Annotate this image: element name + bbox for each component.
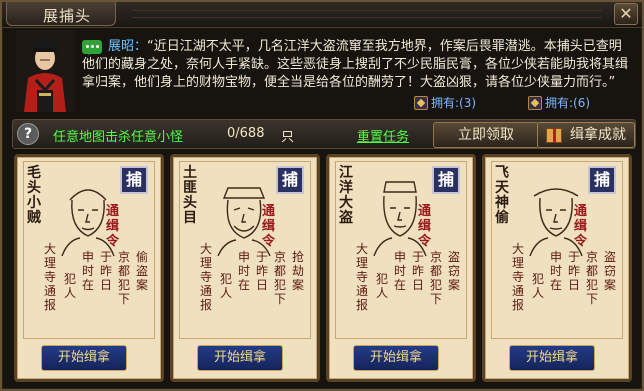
- reset-task-link[interactable]: 重置任务: [357, 126, 409, 145]
- token-icon: [528, 96, 542, 110]
- start-capture-button[interactable]: 开始缉拿: [509, 345, 595, 371]
- wanted-card: 土匪头目 捕 通缉令 抢劫案 京都犯下 于昨日 申时在 犯人 大理寺通报 开始缉…: [170, 154, 320, 382]
- case-text: 偷盗案: [136, 250, 149, 292]
- title-decoration: [132, 10, 602, 18]
- case-text: 犯人: [532, 272, 545, 300]
- case-text: 于昨日: [100, 250, 113, 292]
- case-text: 申时在: [82, 250, 95, 292]
- case-text: 京都犯下: [586, 250, 599, 306]
- case-text: 于昨日: [568, 250, 581, 292]
- case-text: 大理寺通报: [200, 242, 213, 312]
- case-text: 申时在: [394, 250, 407, 292]
- bandit-name: 毛头小贼: [27, 165, 41, 226]
- case-text: 于昨日: [412, 250, 425, 292]
- case-text: 京都犯下: [274, 250, 287, 306]
- case-text: 京都犯下: [430, 250, 443, 306]
- case-text: 犯人: [376, 272, 389, 300]
- bounty-window: 展捕头 ✕ 展昭：“近日江湖不太平，几名江洋大盗流窜至我方地界，作案后畏罪潜逃。…: [0, 0, 644, 391]
- constable-portrait: [16, 30, 74, 112]
- case-text: 京都犯下: [118, 250, 131, 306]
- task-progress: 0/688: [227, 126, 265, 141]
- window-title: 展捕头: [43, 7, 92, 25]
- task-description: 任意地图击杀任意小怪: [53, 130, 184, 145]
- wanted-card: 毛头小贼 捕 通缉令 偷盗案 京都犯下 于昨日 申时在 犯人 大理寺通报 开始缉…: [14, 154, 164, 382]
- case-text: 抢劫案: [292, 250, 305, 292]
- help-icon[interactable]: ?: [17, 123, 39, 145]
- speaker-name: 展昭：: [108, 39, 148, 54]
- case-text: 申时在: [550, 250, 563, 292]
- wanted-label: 通缉令: [262, 204, 276, 249]
- case-text: 犯人: [64, 272, 77, 300]
- start-capture-button[interactable]: 开始缉拿: [41, 345, 127, 371]
- wanted-label: 通缉令: [418, 204, 432, 249]
- gift-icon: [546, 128, 562, 143]
- dialog-text: “近日江湖不太平，几名江洋大盗流窜至我方地界，作案后畏罪潜逃。本捕头已查明他们的…: [82, 39, 629, 90]
- task-unit: 只: [281, 130, 295, 145]
- case-text: 大理寺通报: [512, 242, 525, 312]
- case-text: 大理寺通报: [44, 242, 57, 312]
- wanted-cards: 毛头小贼 捕 通缉令 偷盗案 京都犯下 于昨日 申时在 犯人 大理寺通报 开始缉…: [12, 154, 636, 384]
- achievement-button[interactable]: 缉拿成就: [537, 122, 635, 148]
- title-tab: 展捕头: [6, 2, 116, 26]
- wanted-label: 通缉令: [106, 204, 120, 249]
- case-text: 于昨日: [256, 250, 269, 292]
- wanted-label: 通缉令: [574, 204, 588, 249]
- owned-count-1: 拥有:(3): [414, 94, 476, 111]
- case-text: 申时在: [238, 250, 251, 292]
- case-text: 盗窃案: [604, 250, 617, 292]
- case-text: 犯人: [220, 272, 233, 300]
- wanted-card: 飞天神偷 捕 通缉令 盗窃案 京都犯下 于昨日 申时在 犯人 大理寺通报 开始缉…: [482, 154, 632, 382]
- bandit-name: 江洋大盗: [339, 165, 353, 226]
- token-icon: [414, 96, 428, 110]
- case-text: 盗窃案: [448, 250, 461, 292]
- wanted-card: 江洋大盗 捕 通缉令 盗窃案 京都犯下 于昨日 申时在 犯人 大理寺通报 开始缉…: [326, 154, 476, 382]
- bandit-name: 土匪头目: [183, 165, 197, 226]
- start-capture-button[interactable]: 开始缉拿: [197, 345, 283, 371]
- title-bar: 展捕头 ✕: [2, 2, 642, 28]
- case-text: 大理寺通报: [356, 242, 369, 312]
- close-button[interactable]: ✕: [614, 3, 638, 25]
- owned-count-2: 拥有:(6): [528, 94, 590, 111]
- receive-button[interactable]: 立即领取: [433, 122, 539, 148]
- start-capture-button[interactable]: 开始缉拿: [353, 345, 439, 371]
- task-bar: ? 任意地图击杀任意小怪 0/688 只 重置任务 立即领取 缉拿成就: [12, 119, 636, 149]
- npc-dialog: 展昭：“近日江湖不太平，几名江洋大盗流窜至我方地界，作案后畏罪潜逃。本捕头已查明…: [82, 38, 630, 92]
- bandit-name: 飞天神偷: [495, 165, 509, 226]
